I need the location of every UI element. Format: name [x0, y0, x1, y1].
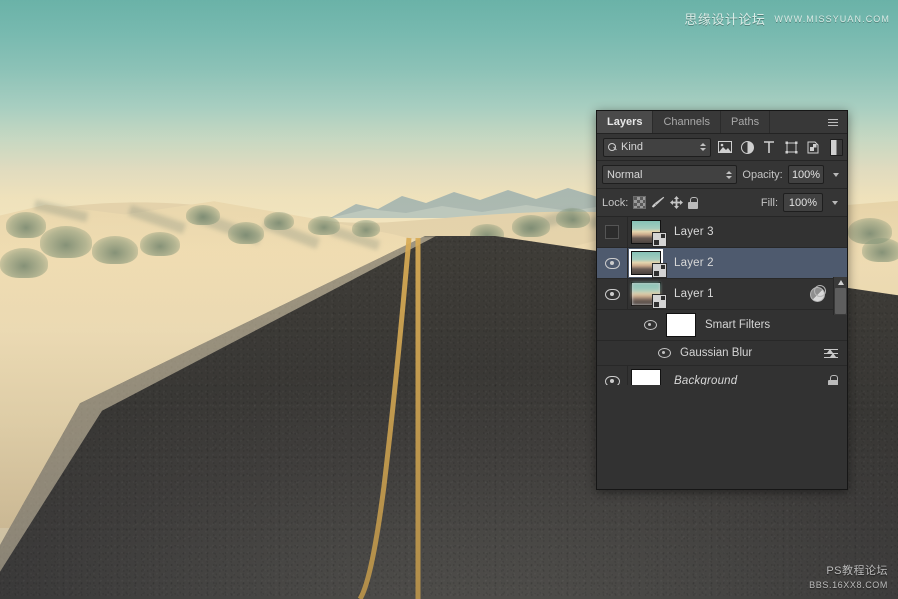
- tab-paths[interactable]: Paths: [721, 111, 771, 133]
- desert-shrub: [352, 220, 380, 237]
- tab-layers[interactable]: Layers: [597, 111, 654, 133]
- watermark-top: 思缘设计论坛 WWW.MISSYUAN.COM: [684, 9, 890, 28]
- opacity-input[interactable]: 100%: [787, 165, 825, 184]
- smart-object-filter-icon[interactable]: [805, 139, 821, 155]
- smart-object-badge-icon: [652, 232, 667, 247]
- eye-visible-icon: [604, 288, 620, 300]
- smart-filters-row[interactable]: Smart Filters: [597, 310, 847, 341]
- layer-name-layer-3: Layer 3: [674, 226, 714, 238]
- type-filter-icon[interactable]: [761, 139, 777, 155]
- search-icon: [608, 142, 617, 152]
- desert-shrub: [264, 212, 294, 230]
- adjustment-filter-icon[interactable]: [739, 139, 755, 155]
- opacity-label: Opacity:: [742, 168, 783, 181]
- scroll-up-arrow-icon[interactable]: [837, 280, 844, 285]
- screenshot-root: 思缘设计论坛 WWW.MISSYUAN.COM PS教程论坛 BBS.16XX8…: [0, 0, 898, 599]
- hamburger-menu-icon[interactable]: [823, 111, 847, 133]
- layer-row-layer-2[interactable]: Layer 2: [597, 248, 847, 279]
- watermark-bottom-chinese: PS教程论坛: [826, 565, 888, 578]
- tab-channels[interactable]: Channels: [653, 111, 721, 133]
- watermark-bottom: PS教程论坛 BBS.16XX8.COM: [809, 564, 888, 591]
- layers-panel: Layers Channels Paths Kind Normal Opacit…: [596, 110, 848, 490]
- visibility-toggle-layer-2[interactable]: [597, 248, 628, 278]
- kind-filter-select[interactable]: Kind: [603, 137, 711, 157]
- desert-shrub: [308, 216, 340, 235]
- eye-visible-icon[interactable]: [644, 320, 657, 330]
- filter-row-gaussian-blur[interactable]: Gaussian Blur: [597, 341, 847, 366]
- lock-transparent-pixels-icon[interactable]: [633, 196, 647, 209]
- panel-tab-bar: Layers Channels Paths: [597, 111, 847, 134]
- lock-position-icon[interactable]: [670, 196, 684, 209]
- layer-row-layer-1[interactable]: Layer 1: [597, 279, 847, 310]
- watermark-bottom-english: BBS.16XX8.COM: [809, 579, 888, 590]
- layer-filter-bar: Kind: [597, 134, 847, 161]
- fill-dropdown-icon[interactable]: [828, 194, 842, 211]
- blend-mode-bar: Normal Opacity: 100%: [597, 161, 847, 189]
- layer-list-scrollbar[interactable]: [833, 277, 847, 315]
- eye-hidden-icon: [605, 225, 619, 239]
- tab-bar-filler: [770, 111, 823, 133]
- watermark-top-english: WWW.MISSYUAN.COM: [774, 13, 890, 24]
- chevron-updown-icon: [726, 170, 733, 179]
- visibility-toggle-layer-1[interactable]: [597, 279, 628, 309]
- layer-thumbnail-layer-1[interactable]: [628, 279, 667, 309]
- layer-thumbnail-background[interactable]: [628, 366, 664, 385]
- eye-visible-icon: [604, 257, 620, 269]
- desert-shrub: [556, 208, 590, 228]
- blend-mode-select[interactable]: Normal: [602, 165, 738, 184]
- smart-object-badge-icon: [652, 294, 667, 309]
- smart-filters-label: Smart Filters: [705, 319, 771, 331]
- layer-name-layer-1: Layer 1: [674, 288, 714, 300]
- filter-toggle-switch[interactable]: [830, 138, 843, 156]
- blend-mode-value: Normal: [607, 168, 643, 181]
- fill-label: Fill:: [760, 196, 778, 209]
- layer-list: Layer 3 Layer 2 Layer 1 Smart Filters Ga…: [597, 217, 847, 385]
- image-filter-icon[interactable]: [717, 139, 733, 155]
- lock-icon: [828, 375, 847, 385]
- filter-name-gaussian-blur: Gaussian Blur: [680, 347, 753, 359]
- smart-object-badge-icon: [652, 263, 667, 278]
- lock-label: Lock:: [602, 196, 629, 209]
- layer-thumbnail-layer-3[interactable]: [628, 217, 667, 247]
- blur-settings-icon[interactable]: [824, 348, 847, 359]
- desert-shrub: [6, 212, 46, 238]
- layer-name-layer-2: Layer 2: [674, 257, 714, 269]
- scrollbar-thumb[interactable]: [835, 288, 846, 314]
- desert-shrub: [186, 205, 220, 225]
- kind-filter-label: Kind: [621, 141, 644, 153]
- fill-input[interactable]: 100%: [783, 193, 823, 212]
- watermark-top-chinese: 思缘设计论坛: [684, 12, 766, 27]
- lock-image-pixels-icon[interactable]: [651, 196, 665, 209]
- opacity-dropdown-icon[interactable]: [829, 166, 842, 183]
- layer-row-layer-3[interactable]: Layer 3: [597, 217, 847, 248]
- lock-all-icon[interactable]: [688, 196, 699, 209]
- panel-empty-area: [597, 385, 847, 489]
- visibility-toggle-layer-3[interactable]: [597, 217, 628, 247]
- shape-filter-icon[interactable]: [783, 139, 799, 155]
- eye-visible-icon[interactable]: [658, 348, 671, 358]
- eye-visible-icon: [604, 375, 620, 385]
- desert-shrub: [512, 215, 550, 237]
- layer-thumbnail-layer-2[interactable]: [628, 248, 667, 278]
- smart-filter-mask-thumbnail[interactable]: [666, 313, 696, 337]
- visibility-toggle-background[interactable]: [597, 366, 628, 385]
- lock-bar: Lock: Fill: 100%: [597, 189, 847, 217]
- layer-row-background[interactable]: Background: [597, 366, 847, 385]
- chevron-updown-icon: [700, 143, 706, 151]
- layer-name-background: Background: [674, 375, 738, 385]
